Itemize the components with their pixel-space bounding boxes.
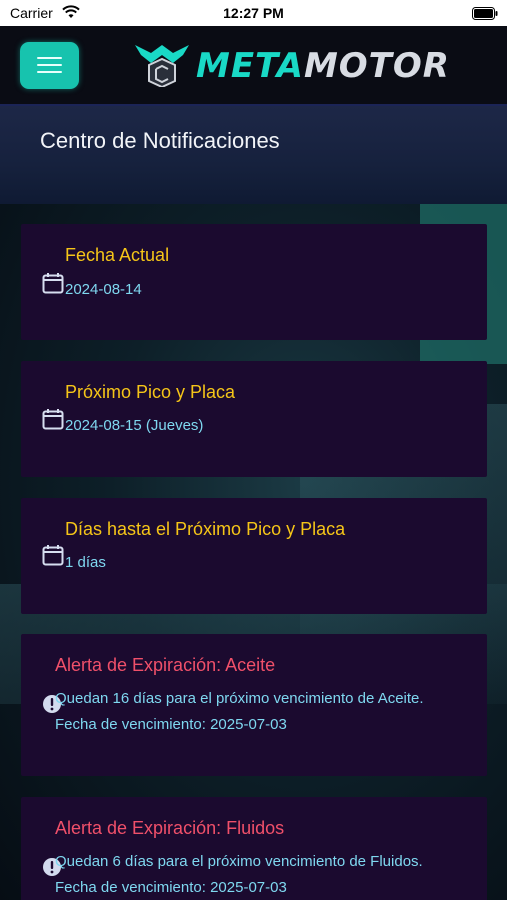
card-title: Próximo Pico y Placa — [65, 382, 236, 402]
title-band — [0, 106, 507, 204]
notification-card-days-until-pico-placa: Días hasta el Próximo Pico y Placa 1 día… — [21, 498, 487, 614]
card-text: Quedan 16 días para el próximo vencimien… — [55, 686, 424, 738]
notification-card-next-pico-placa: Próximo Pico y Placa 2024-08-15 (Jueves) — [21, 361, 487, 477]
logo-text-motor: MOTOR — [303, 46, 450, 86]
card-text: 2024-08-15 (Jueves) — [65, 417, 204, 434]
notification-card-current-date: Fecha Actual 2024-08-14 — [21, 224, 487, 340]
calendar-icon — [42, 409, 64, 430]
calendar-icon — [42, 545, 64, 566]
metamotor-logo-icon — [135, 45, 189, 87]
card-text: Quedan 6 días para el próximo vencimient… — [55, 849, 423, 900]
card-text: 1 días — [65, 554, 106, 571]
card-text-line2: Fecha de vencimiento: 2025-07-03 — [55, 716, 287, 733]
notification-card-fluids-expiration: Alerta de Expiración: Fluidos Quedan 6 d… — [21, 797, 487, 900]
app-logo: METAMOTOR — [196, 46, 450, 86]
card-title: Alerta de Expiración: Aceite — [55, 655, 276, 675]
status-time: 12:27 PM — [223, 5, 284, 21]
logo-text-meta: META — [196, 46, 304, 86]
card-text-line1: Quedan 6 días para el próximo vencimient… — [55, 853, 423, 870]
hamburger-menu-icon — [37, 57, 62, 59]
card-text: 2024-08-14 — [65, 281, 142, 298]
calendar-icon — [42, 273, 64, 294]
card-text-line1: Quedan 16 días para el próximo vencimien… — [55, 690, 424, 707]
app-header: METAMOTOR — [0, 26, 507, 106]
page-title: Centro de Notificaciones — [40, 128, 280, 153]
menu-line — [37, 71, 62, 73]
card-title: Alerta de Expiración: Fluidos — [55, 818, 285, 838]
card-title: Fecha Actual — [65, 245, 170, 265]
card-title: Días hasta el Próximo Pico y Placa — [65, 519, 346, 539]
notification-card-oil-expiration: Alerta de Expiración: Aceite Quedan 16 d… — [21, 634, 487, 776]
status-bar: Carrier 12:27 PM — [0, 0, 507, 26]
menu-line — [37, 64, 62, 66]
menu-button[interactable] — [20, 42, 79, 89]
battery-icon — [472, 7, 498, 20]
card-text-line2: Fecha de vencimiento: 2025-07-03 — [55, 879, 287, 896]
